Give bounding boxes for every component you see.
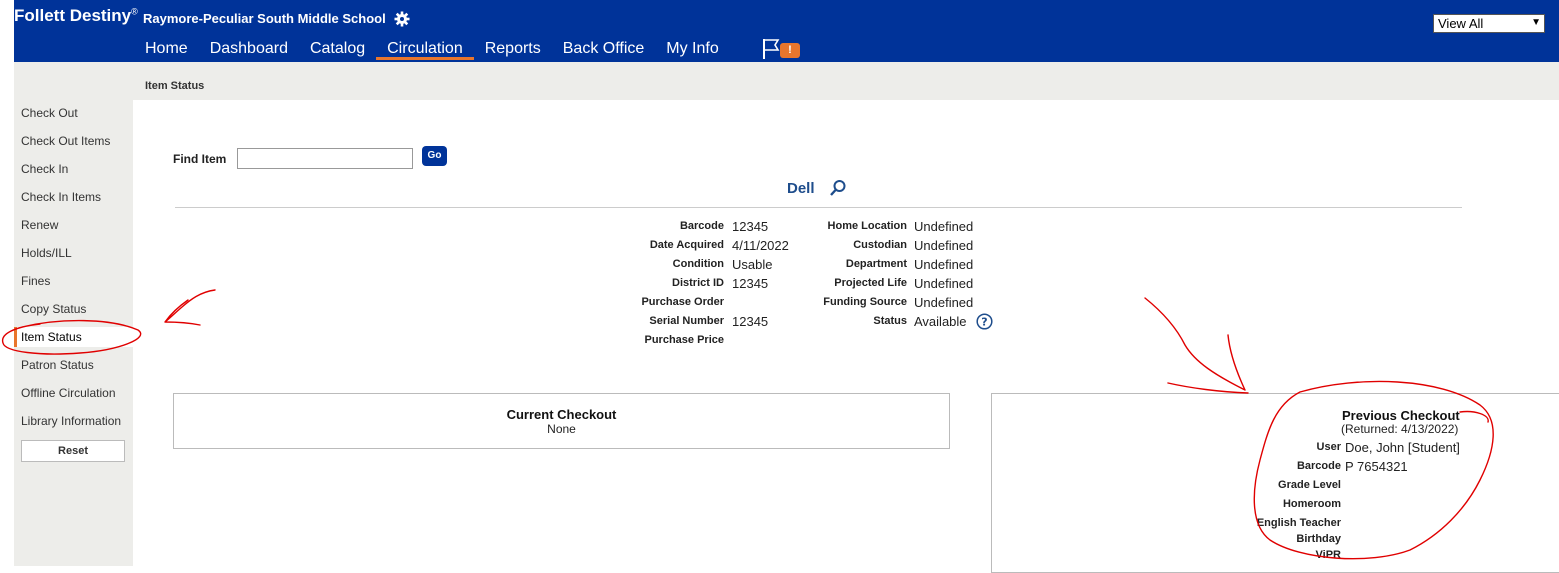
sidebar-item-check-out[interactable]: Check Out	[21, 106, 78, 120]
field-label-barcode: Barcode	[679, 220, 724, 232]
prev-label-english-teacher: English Teacher	[1256, 517, 1341, 529]
nav-my-info[interactable]: My Info	[655, 38, 729, 60]
field-value-status: Available	[914, 314, 967, 329]
previous-checkout-panel: Previous Checkout (Returned: 4/13/2022) …	[991, 393, 1559, 573]
field-label-serial-number: Serial Number	[649, 315, 724, 327]
field-label-purchase-price: Purchase Price	[644, 334, 725, 346]
breadcrumb: Item Status	[145, 80, 205, 92]
field-value-barcode: 12345	[732, 219, 769, 234]
prev-label-birthday: Birthday	[1296, 533, 1341, 545]
sidebar-item-item-status[interactable]: Item Status	[14, 327, 133, 347]
chevron-down-icon: ▼	[1531, 17, 1541, 28]
sidebar-item-copy-status[interactable]: Copy Status	[21, 302, 86, 316]
prev-label-vipr: ViPR	[1315, 549, 1341, 561]
annotation-arrow-previous	[1144, 297, 1249, 394]
field-value-funding-source: Undefined	[914, 295, 974, 310]
field-value-district-id: 12345	[732, 276, 769, 291]
title-divider	[175, 207, 1462, 208]
nav-dashboard[interactable]: Dashboard	[199, 38, 299, 60]
nav-catalog[interactable]: Catalog	[299, 38, 376, 60]
field-value-home-location: Undefined	[914, 219, 974, 234]
sidebar-item-holds-ill[interactable]: Holds/ILL	[21, 246, 72, 260]
field-label-purchase-order: Purchase Order	[641, 296, 724, 308]
nav-circulation[interactable]: Circulation	[376, 38, 474, 60]
gear-icon[interactable]	[394, 11, 410, 27]
svg-text:?: ?	[981, 316, 987, 329]
field-value-department: Undefined	[914, 257, 974, 272]
left-gutter	[0, 0, 14, 566]
main-nav: Home Dashboard Catalog Circulation Repor…	[134, 38, 730, 62]
prev-label-barcode: Barcode	[1296, 460, 1341, 472]
magnifier-icon[interactable]	[829, 179, 847, 197]
field-label-projected-life: Projected Life	[834, 277, 907, 289]
item-title: Dell	[787, 180, 815, 197]
find-item-input[interactable]	[237, 148, 413, 169]
field-label-status: Status	[873, 315, 907, 327]
find-item-label: Find Item	[173, 152, 227, 166]
sidebar: Check Out Check Out Items Check In Check…	[14, 62, 133, 566]
field-value-custodian: Undefined	[914, 238, 974, 253]
prev-label-homeroom: Homeroom	[1282, 498, 1341, 510]
reset-button[interactable]: Reset	[21, 440, 125, 462]
field-value-date-acquired: 4/11/2022	[732, 238, 789, 253]
current-checkout-title: Current Checkout	[506, 407, 617, 422]
field-label-home-location: Home Location	[827, 220, 907, 232]
prev-label-grade-level: Grade Level	[1278, 479, 1341, 491]
sidebar-item-offline-circulation[interactable]: Offline Circulation	[21, 386, 116, 400]
sidebar-item-fines[interactable]: Fines	[21, 274, 50, 288]
view-all-select[interactable]: View All ▼	[1433, 14, 1545, 33]
top-header: Follett Destiny® Raymore-Peculiar South …	[14, 0, 1559, 62]
nav-home[interactable]: Home	[134, 38, 199, 60]
sidebar-item-renew[interactable]: Renew	[21, 218, 58, 232]
notification-badge[interactable]: !	[780, 43, 800, 58]
field-value-projected-life: Undefined	[914, 276, 974, 291]
help-icon[interactable]: ?	[976, 313, 993, 330]
school-name: Raymore-Peculiar South Middle School	[143, 11, 386, 26]
prev-value-barcode: P 7654321	[1345, 459, 1408, 474]
field-label-district-id: District ID	[672, 277, 724, 289]
field-label-date-acquired: Date Acquired	[649, 239, 724, 251]
sidebar-item-library-information[interactable]: Library Information	[21, 414, 121, 428]
sidebar-item-check-in-items[interactable]: Check In Items	[21, 190, 101, 204]
field-label-custodian: Custodian	[853, 239, 907, 251]
sidebar-item-check-in[interactable]: Check In	[21, 162, 68, 176]
prev-value-user[interactable]: Doe, John [Student]	[1345, 440, 1460, 455]
field-value-condition: Usable	[732, 257, 773, 272]
field-label-department: Department	[845, 258, 907, 270]
previous-checkout-returned: (Returned: 4/13/2022)	[1341, 422, 1459, 436]
nav-back-office[interactable]: Back Office	[552, 38, 656, 60]
field-label-funding-source: Funding Source	[823, 296, 907, 308]
current-checkout-value: None	[547, 422, 576, 436]
go-button[interactable]: Go	[422, 146, 447, 166]
brand-logo[interactable]: Follett Destiny®	[14, 6, 138, 26]
current-checkout-panel: Current Checkout None	[173, 393, 950, 449]
breadcrumb-bar: Item Status	[133, 62, 1559, 100]
field-label-condition: Condition	[672, 258, 724, 270]
annotation-arrow-sidebar	[164, 289, 216, 326]
sidebar-item-check-out-items[interactable]: Check Out Items	[21, 134, 110, 148]
sidebar-item-patron-status[interactable]: Patron Status	[21, 358, 94, 372]
field-value-serial-number: 12345	[732, 314, 769, 329]
nav-reports[interactable]: Reports	[474, 38, 552, 60]
prev-label-user: User	[1316, 441, 1341, 453]
previous-checkout-title: Previous Checkout	[1342, 408, 1460, 423]
